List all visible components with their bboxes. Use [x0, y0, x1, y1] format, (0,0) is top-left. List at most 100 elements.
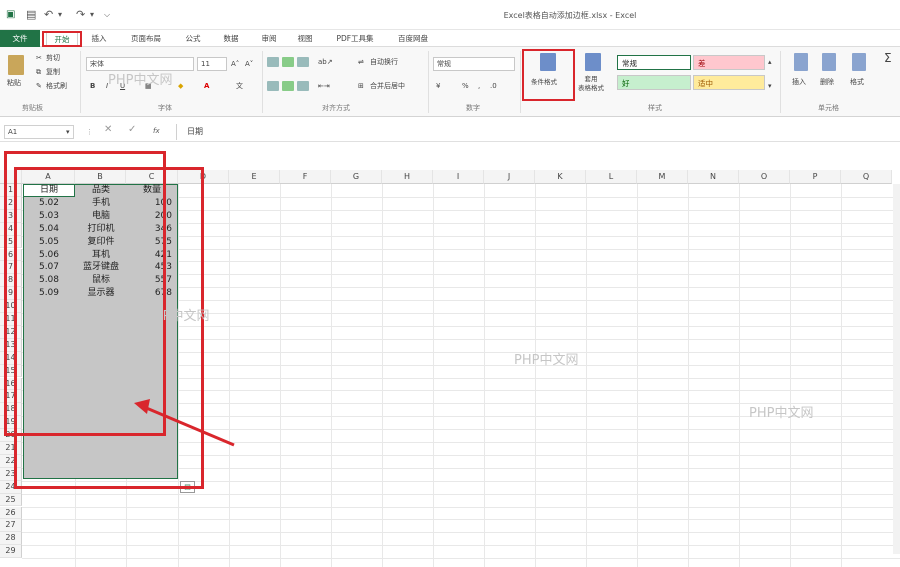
- undo-icon[interactable]: ↶: [44, 8, 53, 22]
- wrap-text-icon[interactable]: ⇌: [358, 57, 364, 67]
- comma-button[interactable]: ,: [478, 81, 480, 91]
- ribbon-separator: [428, 51, 429, 113]
- align-center-icon[interactable]: [282, 81, 294, 91]
- redo-icon[interactable]: ↷: [76, 8, 85, 22]
- column-header-h[interactable]: H: [382, 170, 433, 184]
- paste-button[interactable]: 粘贴: [7, 78, 21, 88]
- table-format-icon[interactable]: [585, 53, 601, 71]
- column-header-o[interactable]: O: [739, 170, 790, 184]
- bold-icon[interactable]: B: [90, 81, 95, 91]
- column-header-f[interactable]: F: [280, 170, 331, 184]
- redo-dropdown-icon[interactable]: ▾: [90, 8, 94, 22]
- merge-center-button[interactable]: 合并后居中: [370, 81, 405, 91]
- grow-font-icon[interactable]: A˄: [231, 59, 239, 69]
- format-painter-icon[interactable]: ✎: [36, 81, 42, 91]
- row-header[interactable]: 26: [0, 506, 22, 520]
- insert-function-button[interactable]: fx: [153, 126, 160, 136]
- customize-toolbar-icon[interactable]: ⌵: [104, 8, 110, 22]
- delete-cells-icon[interactable]: [822, 53, 836, 71]
- save-icon[interactable]: ▤: [26, 8, 36, 22]
- shrink-font-icon[interactable]: A˅: [245, 59, 253, 69]
- currency-icon[interactable]: ¥: [436, 81, 440, 91]
- column-header-i[interactable]: I: [433, 170, 484, 184]
- grid-line: [637, 184, 638, 567]
- styles-scroll-icon[interactable]: ▴: [768, 57, 772, 67]
- vertical-scrollbar[interactable]: [893, 184, 900, 554]
- tab-file[interactable]: 文件: [0, 30, 40, 47]
- align-middle-icon[interactable]: [282, 57, 294, 67]
- tab-baidu-netdisk[interactable]: 百度网盘: [390, 32, 436, 46]
- ribbon-separator: [520, 51, 521, 113]
- row-header[interactable]: 25: [0, 493, 22, 507]
- column-header-p[interactable]: P: [790, 170, 841, 184]
- grid-line: [841, 184, 842, 567]
- decimal-icon[interactable]: .0: [490, 81, 497, 91]
- enter-icon[interactable]: ✓: [128, 125, 136, 135]
- row-header[interactable]: 28: [0, 532, 22, 546]
- column-header-m[interactable]: M: [637, 170, 688, 184]
- tab-pdf-tools[interactable]: PDF工具集: [328, 32, 382, 46]
- autosum-icon[interactable]: Σ: [884, 52, 892, 64]
- table-format-button[interactable]: 套用 表格格式: [578, 75, 604, 93]
- insert-cells-button[interactable]: 插入: [792, 77, 806, 87]
- grid-line: [22, 519, 900, 521]
- phonetic-icon[interactable]: 文: [236, 81, 243, 91]
- watermark-center: PHP中文网: [514, 353, 579, 368]
- font-size-select[interactable]: 11: [197, 57, 227, 71]
- format-painter-button[interactable]: 格式刷: [46, 81, 67, 91]
- wrap-text-button[interactable]: 自动换行: [370, 57, 398, 67]
- column-header-k[interactable]: K: [535, 170, 586, 184]
- tab-formulas[interactable]: 公式: [178, 32, 208, 46]
- fill-color-icon[interactable]: ◆: [178, 81, 183, 91]
- align-top-icon[interactable]: [267, 57, 279, 67]
- align-left-icon[interactable]: [267, 81, 279, 91]
- copy-icon[interactable]: ⧉: [36, 67, 41, 77]
- format-cells-button[interactable]: 格式: [850, 77, 864, 87]
- merge-center-icon[interactable]: ⊞: [358, 81, 364, 91]
- style-neutral[interactable]: 适中: [693, 75, 765, 90]
- row-header[interactable]: 29: [0, 545, 22, 559]
- insert-cells-icon[interactable]: [794, 53, 808, 71]
- ribbon-tabs: 文件 开始 插入 页面布局 公式 数据 审阅 视图 PDF工具集 百度网盘: [0, 30, 900, 47]
- tab-insert[interactable]: 插入: [84, 32, 114, 46]
- style-normal[interactable]: 常规: [617, 55, 691, 70]
- undo-dropdown-icon[interactable]: ▾: [58, 8, 62, 22]
- grid-line: [535, 184, 536, 567]
- name-box[interactable]: A1: [4, 125, 74, 139]
- indent-icon[interactable]: ⇤⇥: [318, 81, 330, 91]
- cut-button[interactable]: 剪切: [46, 53, 60, 63]
- formula-input[interactable]: 日期: [176, 124, 900, 140]
- tab-data[interactable]: 数据: [216, 32, 246, 46]
- cut-icon[interactable]: ✂: [36, 53, 42, 63]
- column-header-q[interactable]: Q: [841, 170, 892, 184]
- align-right-icon[interactable]: [297, 81, 309, 91]
- font-color-icon[interactable]: A: [204, 81, 209, 91]
- name-box-dropdown-icon[interactable]: ▾: [66, 127, 70, 137]
- styles-more-icon[interactable]: ▾: [768, 81, 772, 91]
- tab-review[interactable]: 审阅: [254, 32, 284, 46]
- column-header-l[interactable]: L: [586, 170, 637, 184]
- row-header[interactable]: 27: [0, 519, 22, 533]
- ribbon-separator: [780, 51, 781, 113]
- group-styles-label: 样式: [648, 104, 662, 112]
- style-bad[interactable]: 差: [693, 55, 765, 70]
- copy-button[interactable]: 复制: [46, 67, 60, 77]
- tab-view[interactable]: 视图: [290, 32, 320, 46]
- number-format-select[interactable]: 常规: [433, 57, 515, 71]
- format-cells-icon[interactable]: [852, 53, 866, 71]
- orientation-icon[interactable]: ab↗: [318, 57, 333, 67]
- watermark-ribbon: PHP中文网: [108, 73, 173, 88]
- style-good[interactable]: 好: [617, 75, 691, 90]
- column-header-n[interactable]: N: [688, 170, 739, 184]
- column-header-e[interactable]: E: [229, 170, 280, 184]
- cancel-icon[interactable]: ✕: [104, 125, 112, 135]
- paste-icon[interactable]: [8, 55, 24, 75]
- column-header-g[interactable]: G: [331, 170, 382, 184]
- column-header-j[interactable]: J: [484, 170, 535, 184]
- align-bottom-icon[interactable]: [297, 57, 309, 67]
- grid-line: [739, 184, 740, 567]
- grid-line: [280, 184, 281, 567]
- tab-page-layout[interactable]: 页面布局: [124, 32, 168, 46]
- delete-cells-button[interactable]: 删除: [820, 77, 834, 87]
- percent-button[interactable]: %: [462, 81, 469, 91]
